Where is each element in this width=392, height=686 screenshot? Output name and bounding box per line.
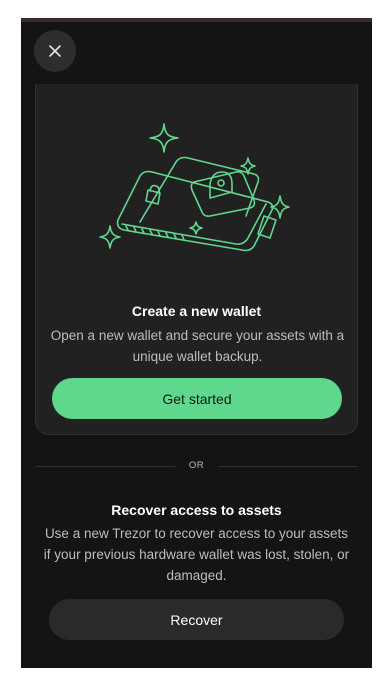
close-icon xyxy=(49,45,61,57)
close-button[interactable] xyxy=(34,30,76,72)
recover-description: Use a new Trezor to recover access to yo… xyxy=(43,526,350,583)
wallet-illustration-icon xyxy=(99,123,290,252)
divider-line-right xyxy=(218,466,358,467)
recover-button[interactable]: Recover xyxy=(49,599,344,640)
create-wallet-card: Create a new wallet Open a new wallet an… xyxy=(35,84,358,435)
create-wallet-description: Open a new wallet and secure your assets… xyxy=(50,328,345,364)
recover-title: Recover access to assets xyxy=(111,502,282,518)
create-wallet-title: Create a new wallet xyxy=(131,303,262,319)
get-started-button[interactable]: Get started xyxy=(52,378,342,419)
onboarding-screen: Create a new wallet Open a new wallet an… xyxy=(21,18,372,668)
or-divider: OR xyxy=(35,458,358,476)
top-strip xyxy=(21,18,372,22)
